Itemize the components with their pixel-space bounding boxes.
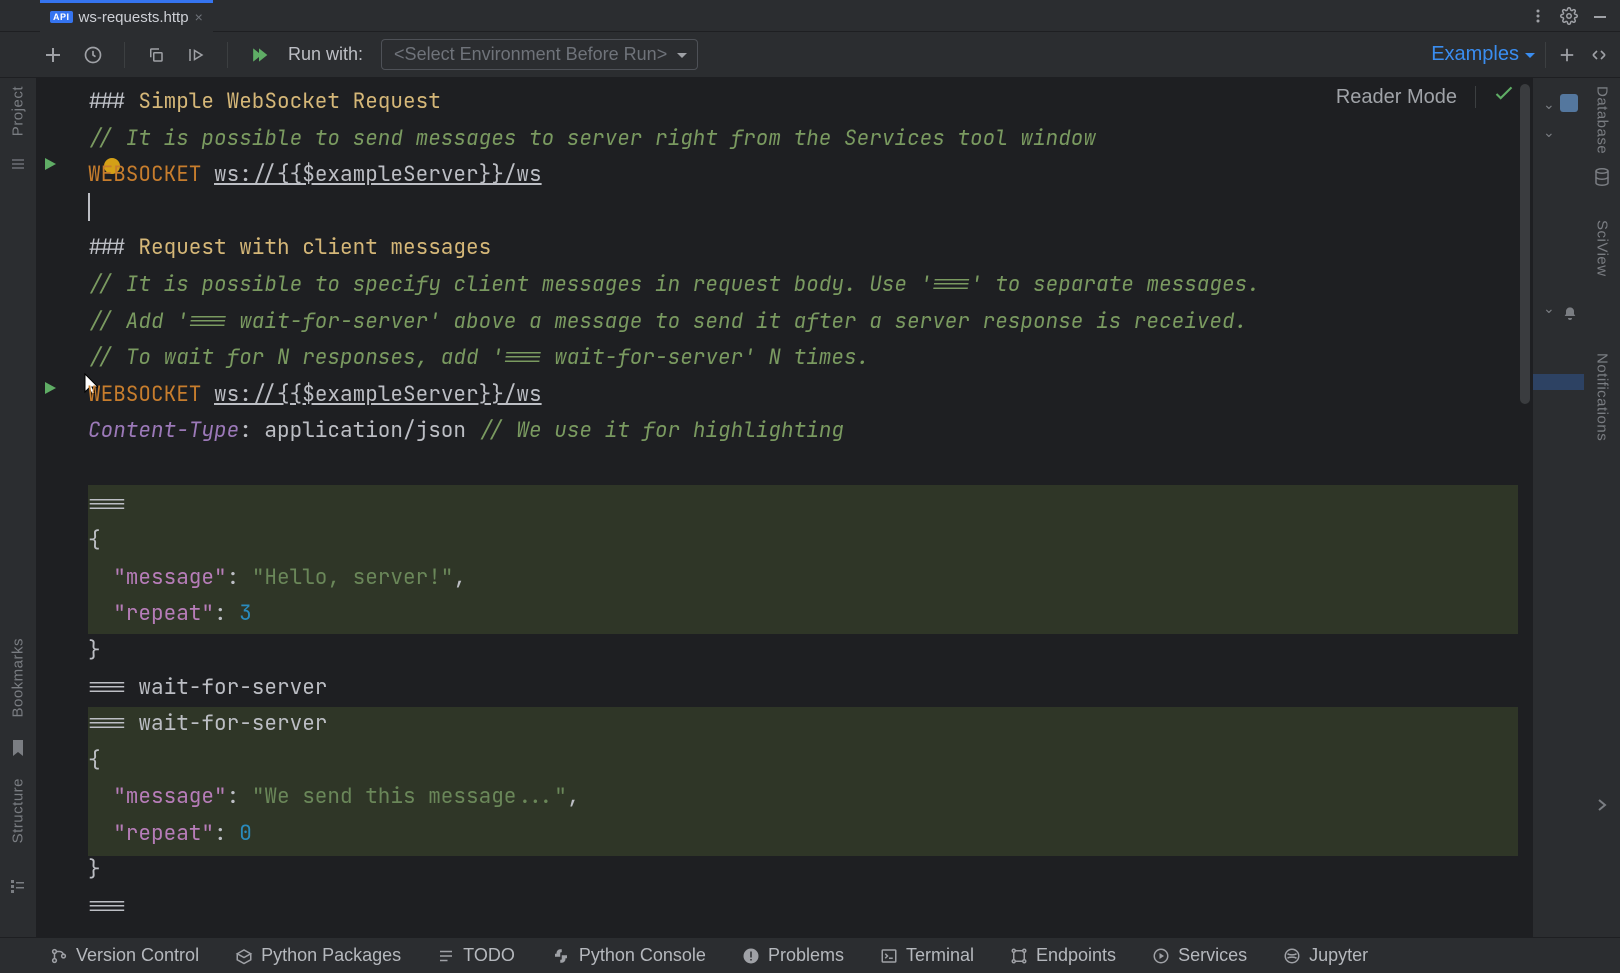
import-icon[interactable] <box>185 46 207 64</box>
tab-bar: API ws-requests.http × <box>0 0 1620 32</box>
sb-endpoints[interactable]: Endpoints <box>1010 945 1116 966</box>
structure-icon[interactable] <box>10 878 26 899</box>
tab-filename: ws-requests.http <box>79 9 189 26</box>
scrollbar-thumb[interactable] <box>1520 84 1530 404</box>
tool-sciview[interactable]: SciView <box>1594 220 1611 277</box>
run-all-icon[interactable] <box>248 45 270 65</box>
sb-python-packages[interactable]: Python Packages <box>235 945 401 966</box>
code-line[interactable]: } <box>88 852 1518 889</box>
tool-notifications[interactable]: Notifications <box>1594 353 1611 441</box>
separator-icon <box>124 42 125 68</box>
api-badge-icon: API <box>50 11 73 23</box>
tool-bookmarks[interactable]: Bookmarks <box>10 638 27 718</box>
chevron-down-icon[interactable]: ⌄ <box>1543 300 1555 317</box>
code-line[interactable]: "repeat": 3 <box>88 596 1518 633</box>
code-line[interactable]: "repeat": 0 <box>88 816 1518 853</box>
sb-terminal[interactable]: Terminal <box>880 945 974 966</box>
code-line[interactable]: } <box>88 633 1518 670</box>
code-line[interactable]: { <box>88 743 1518 780</box>
marker-highlight[interactable] <box>1533 374 1584 390</box>
marker-strip: ⌄ ⌄ ⌄ <box>1532 78 1584 937</box>
add-request-icon[interactable] <box>42 46 64 64</box>
code-line[interactable]: WEBSOCKET ws://{{$exampleServer}}/ws <box>88 157 1518 194</box>
code-line[interactable]: // It is possible to send messages to se… <box>88 121 1518 158</box>
code-lines: ### Simple WebSocket Request// It is pos… <box>88 84 1518 926</box>
code-line[interactable]: // It is possible to specify client mess… <box>88 267 1518 304</box>
sb-label: Endpoints <box>1036 945 1116 966</box>
project-icon[interactable] <box>10 156 26 177</box>
sb-label: Jupyter <box>1309 945 1368 966</box>
sb-label: TODO <box>463 945 515 966</box>
right-tool-strip: Database SciView Notifications <box>1584 78 1620 937</box>
expand-icon[interactable] <box>1588 47 1610 63</box>
sb-label: Python Packages <box>261 945 401 966</box>
sb-label: Problems <box>768 945 844 966</box>
code-line[interactable] <box>88 194 1518 231</box>
history-icon[interactable] <box>82 45 104 65</box>
code-editor[interactable]: Reader Mode ### Simple WebSo <box>36 78 1532 937</box>
sb-python-console[interactable]: Python Console <box>551 945 706 966</box>
chevron-right-icon[interactable] <box>1595 798 1609 817</box>
code-line[interactable]: ### Request with client messages <box>88 230 1518 267</box>
code-line[interactable]: "message": "Hello, server!", <box>88 560 1518 597</box>
sb-services[interactable]: Services <box>1152 945 1247 966</box>
sb-label: Version Control <box>76 945 199 966</box>
postgres-icon[interactable] <box>1560 94 1578 112</box>
code-line[interactable]: Content-Type: application/json // We use… <box>88 413 1518 450</box>
close-tab-icon[interactable]: × <box>195 9 203 25</box>
status-bar: Version Control Python Packages TODO Pyt… <box>0 937 1620 973</box>
run-gutter-icon[interactable] <box>42 152 58 179</box>
sb-label: Services <box>1178 945 1247 966</box>
workspace: Project Bookmarks Structure Reader Mode <box>0 78 1620 937</box>
code-line[interactable]: // To wait for N responses, add '=== wai… <box>88 340 1518 377</box>
environment-select[interactable]: <Select Environment Before Run> <box>381 39 698 70</box>
separator-icon <box>1545 42 1546 68</box>
code-line[interactable]: === wait-for-server <box>88 706 1518 743</box>
tool-database[interactable]: Database <box>1594 86 1611 154</box>
tool-project[interactable]: Project <box>10 86 27 136</box>
code-line[interactable]: WEBSOCKET ws://{{$exampleServer}}/ws <box>88 377 1518 414</box>
run-gutter-icon[interactable] <box>42 376 58 403</box>
code-line[interactable]: === wait-for-server <box>88 670 1518 707</box>
code-line[interactable]: === <box>88 889 1518 926</box>
database-icon[interactable] <box>1594 168 1610 191</box>
minimize-icon[interactable] <box>1592 8 1608 24</box>
examples-dropdown[interactable]: Examples <box>1431 43 1535 66</box>
run-with-label: Run with: <box>288 44 363 65</box>
more-icon[interactable] <box>1530 8 1546 24</box>
sb-todo[interactable]: TODO <box>437 945 515 966</box>
code-line[interactable]: { <box>88 523 1518 560</box>
add-icon[interactable] <box>1556 47 1578 63</box>
bookmark-icon[interactable] <box>11 740 25 761</box>
tool-structure[interactable]: Structure <box>10 778 27 843</box>
code-line[interactable]: // Add '=== wait-for-server' above a mes… <box>88 304 1518 341</box>
http-toolbar: Run with: <Select Environment Before Run… <box>0 32 1620 78</box>
sb-version-control[interactable]: Version Control <box>50 945 199 966</box>
sb-label: Terminal <box>906 945 974 966</box>
code-line[interactable]: "message": "We send this message...", <box>88 779 1518 816</box>
copy-icon[interactable] <box>145 46 167 64</box>
sb-jupyter[interactable]: Jupyter <box>1283 945 1368 966</box>
code-line[interactable]: === <box>88 487 1518 524</box>
chevron-down-icon[interactable]: ⌄ <box>1543 124 1555 141</box>
code-line[interactable]: ### Simple WebSocket Request <box>88 84 1518 121</box>
separator-icon <box>227 42 228 68</box>
bell-icon[interactable] <box>1562 306 1578 327</box>
code-line[interactable] <box>88 450 1518 487</box>
sb-label: Python Console <box>579 945 706 966</box>
editor-tab[interactable]: API ws-requests.http × <box>40 0 213 32</box>
editor-gutter <box>36 78 86 937</box>
gear-icon[interactable] <box>1560 7 1578 25</box>
sb-problems[interactable]: Problems <box>742 945 844 966</box>
chevron-down-icon[interactable]: ⌄ <box>1543 96 1555 113</box>
left-tool-strip: Project Bookmarks Structure <box>0 78 36 937</box>
